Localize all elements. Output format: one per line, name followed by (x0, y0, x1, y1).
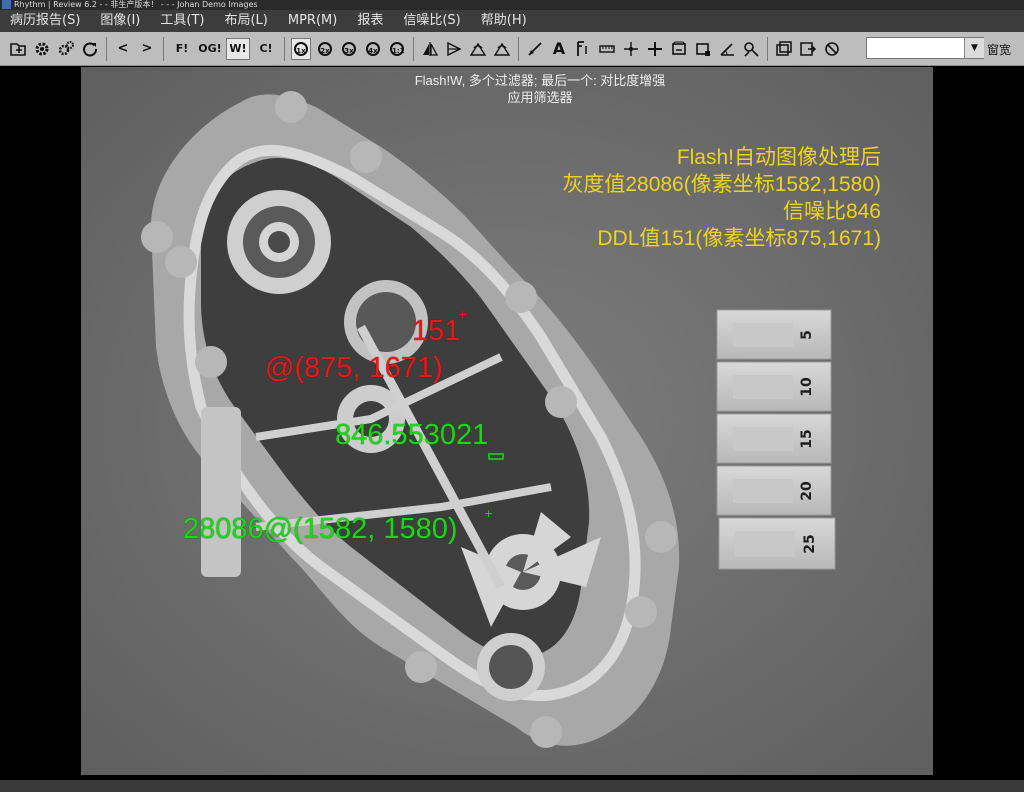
snr-annotation[interactable]: 846.553021 (335, 419, 488, 452)
result-line-gray-value: 灰度值28086(像素坐标1582,1580) (562, 173, 881, 196)
toolbar-separator (106, 36, 107, 61)
rotate-left-icon[interactable] (468, 38, 488, 60)
flip-vertical-icon[interactable] (420, 38, 440, 60)
menu-report[interactable]: 病历报告(S) (0, 10, 90, 32)
profile-line-icon[interactable] (573, 38, 593, 60)
layout-windows-icon[interactable] (774, 38, 794, 60)
ddl-value-annotation[interactable]: 151 (412, 315, 460, 348)
rotate-right-icon[interactable] (492, 38, 512, 60)
angle-measure-icon[interactable] (717, 38, 737, 60)
toolbar-separator (767, 36, 768, 61)
c-filter-button[interactable]: C! (254, 38, 278, 60)
title-bar: Rhythm | Review 6.2 - - 非生产版本！ - - - Joh… (0, 0, 1024, 10)
window-width-label: 窗宽 (987, 43, 1012, 57)
next-image-button[interactable]: > (137, 38, 157, 60)
toolbar-separator (284, 36, 285, 61)
menu-tools[interactable]: 工具(T) (150, 10, 214, 32)
ddl-coord-annotation[interactable]: @(875, 1671) (265, 352, 443, 385)
step-wedge-label-15: 15 (799, 429, 815, 448)
zoom-3x-button[interactable]: 3x (339, 38, 359, 60)
hazard-tool-icon[interactable] (822, 38, 842, 60)
rectangle-roi-icon[interactable] (693, 38, 713, 60)
status-bar (0, 780, 1024, 792)
gray-crosshair-icon[interactable]: + (484, 508, 493, 519)
zoom-1x-button[interactable]: 1x (291, 37, 311, 60)
ddl-crosshair-icon[interactable]: + (458, 309, 467, 320)
step-wedge: 5 10 15 20 25 (716, 309, 836, 570)
menu-help[interactable]: 帮助(H) (471, 10, 537, 32)
zoom-2x-icon: 2x (318, 41, 332, 56)
step-wedge-label-5: 5 (799, 330, 815, 340)
toolbar: < > F! OG! W! C! 1x 2x 3x 4x 1:1 A ▼ 窗宽 (0, 32, 1024, 66)
zoom-actual-icon: 1:1 (390, 41, 405, 56)
menu-bar: 病历报告(S) 图像(I) 工具(T) 布局(L) MPR(M) 报表 信噪比(… (0, 10, 1024, 32)
filter-caption-line1: Flash!W, 多个过滤器; 最后一个: 对比度增强 (414, 73, 666, 88)
menu-reports[interactable]: 报表 (347, 10, 393, 32)
measure-line-icon[interactable] (525, 38, 545, 60)
step-wedge-label-25: 25 (802, 534, 818, 553)
result-line-ddl: DDL值151(像素坐标875,1671) (597, 227, 881, 250)
result-line-snr: 信噪比846 (782, 200, 881, 223)
og-filter-button[interactable]: OG! (198, 38, 222, 60)
chevron-down-icon[interactable]: ▼ (964, 38, 984, 58)
xray-image-panel[interactable]: 5 10 15 20 25 Flash!W, 多个过滤器; 最后一个: 对比度增… (81, 67, 933, 775)
app-icon (2, 0, 11, 9)
result-line-flash: Flash!自动图像处理后 (676, 146, 881, 169)
gray-value-annotation[interactable]: 28086@(1582, 1580) (183, 513, 458, 546)
reset-icon[interactable] (80, 38, 100, 60)
zoom-3x-icon: 3x (342, 41, 356, 56)
toolbar-separator (413, 36, 414, 61)
toolbar-separator (518, 36, 519, 61)
flash-filter-button[interactable]: F! (170, 38, 194, 60)
menu-snr[interactable]: 信噪比(S) (393, 10, 470, 32)
crosshair-icon[interactable] (645, 38, 665, 60)
zoom-1x-icon: 1x (294, 41, 308, 56)
ruler-icon[interactable] (597, 38, 617, 60)
window-title: Rhythm | Review 6.2 - - 非生产版本！ - - - Joh… (14, 0, 258, 9)
zoom-4x-button[interactable]: 4x (363, 38, 383, 60)
settings-gear-icon[interactable] (32, 38, 52, 60)
calibration-icon[interactable] (741, 38, 761, 60)
filter-caption-line2: 应用筛选器 (507, 90, 573, 105)
text-annotation-button[interactable]: A (549, 38, 569, 60)
menu-image[interactable]: 图像(I) (90, 10, 150, 32)
zoom-actual-button[interactable]: 1:1 (387, 38, 407, 60)
menu-layout[interactable]: 布局(L) (214, 10, 277, 32)
multi-gear-icon[interactable] (56, 38, 76, 60)
previous-image-button[interactable]: < (113, 38, 133, 60)
step-wedge-label-20: 20 (799, 481, 815, 501)
pixel-probe-icon[interactable] (621, 38, 641, 60)
w-filter-button[interactable]: W! (226, 37, 250, 60)
flip-horizontal-icon[interactable] (444, 38, 464, 60)
zoom-4x-icon: 4x (366, 41, 380, 56)
toolbar-separator (163, 36, 164, 61)
step-wedge-label-10: 10 (799, 377, 815, 397)
zoom-2x-button[interactable]: 2x (315, 38, 335, 60)
open-study-icon[interactable] (8, 38, 28, 60)
image-viewport[interactable]: 5 10 15 20 25 Flash!W, 多个过滤器; 最后一个: 对比度增… (0, 67, 1024, 780)
menu-mpr[interactable]: MPR(M) (278, 10, 347, 32)
export-image-icon[interactable] (798, 38, 818, 60)
roi-stats-icon[interactable] (669, 38, 689, 60)
